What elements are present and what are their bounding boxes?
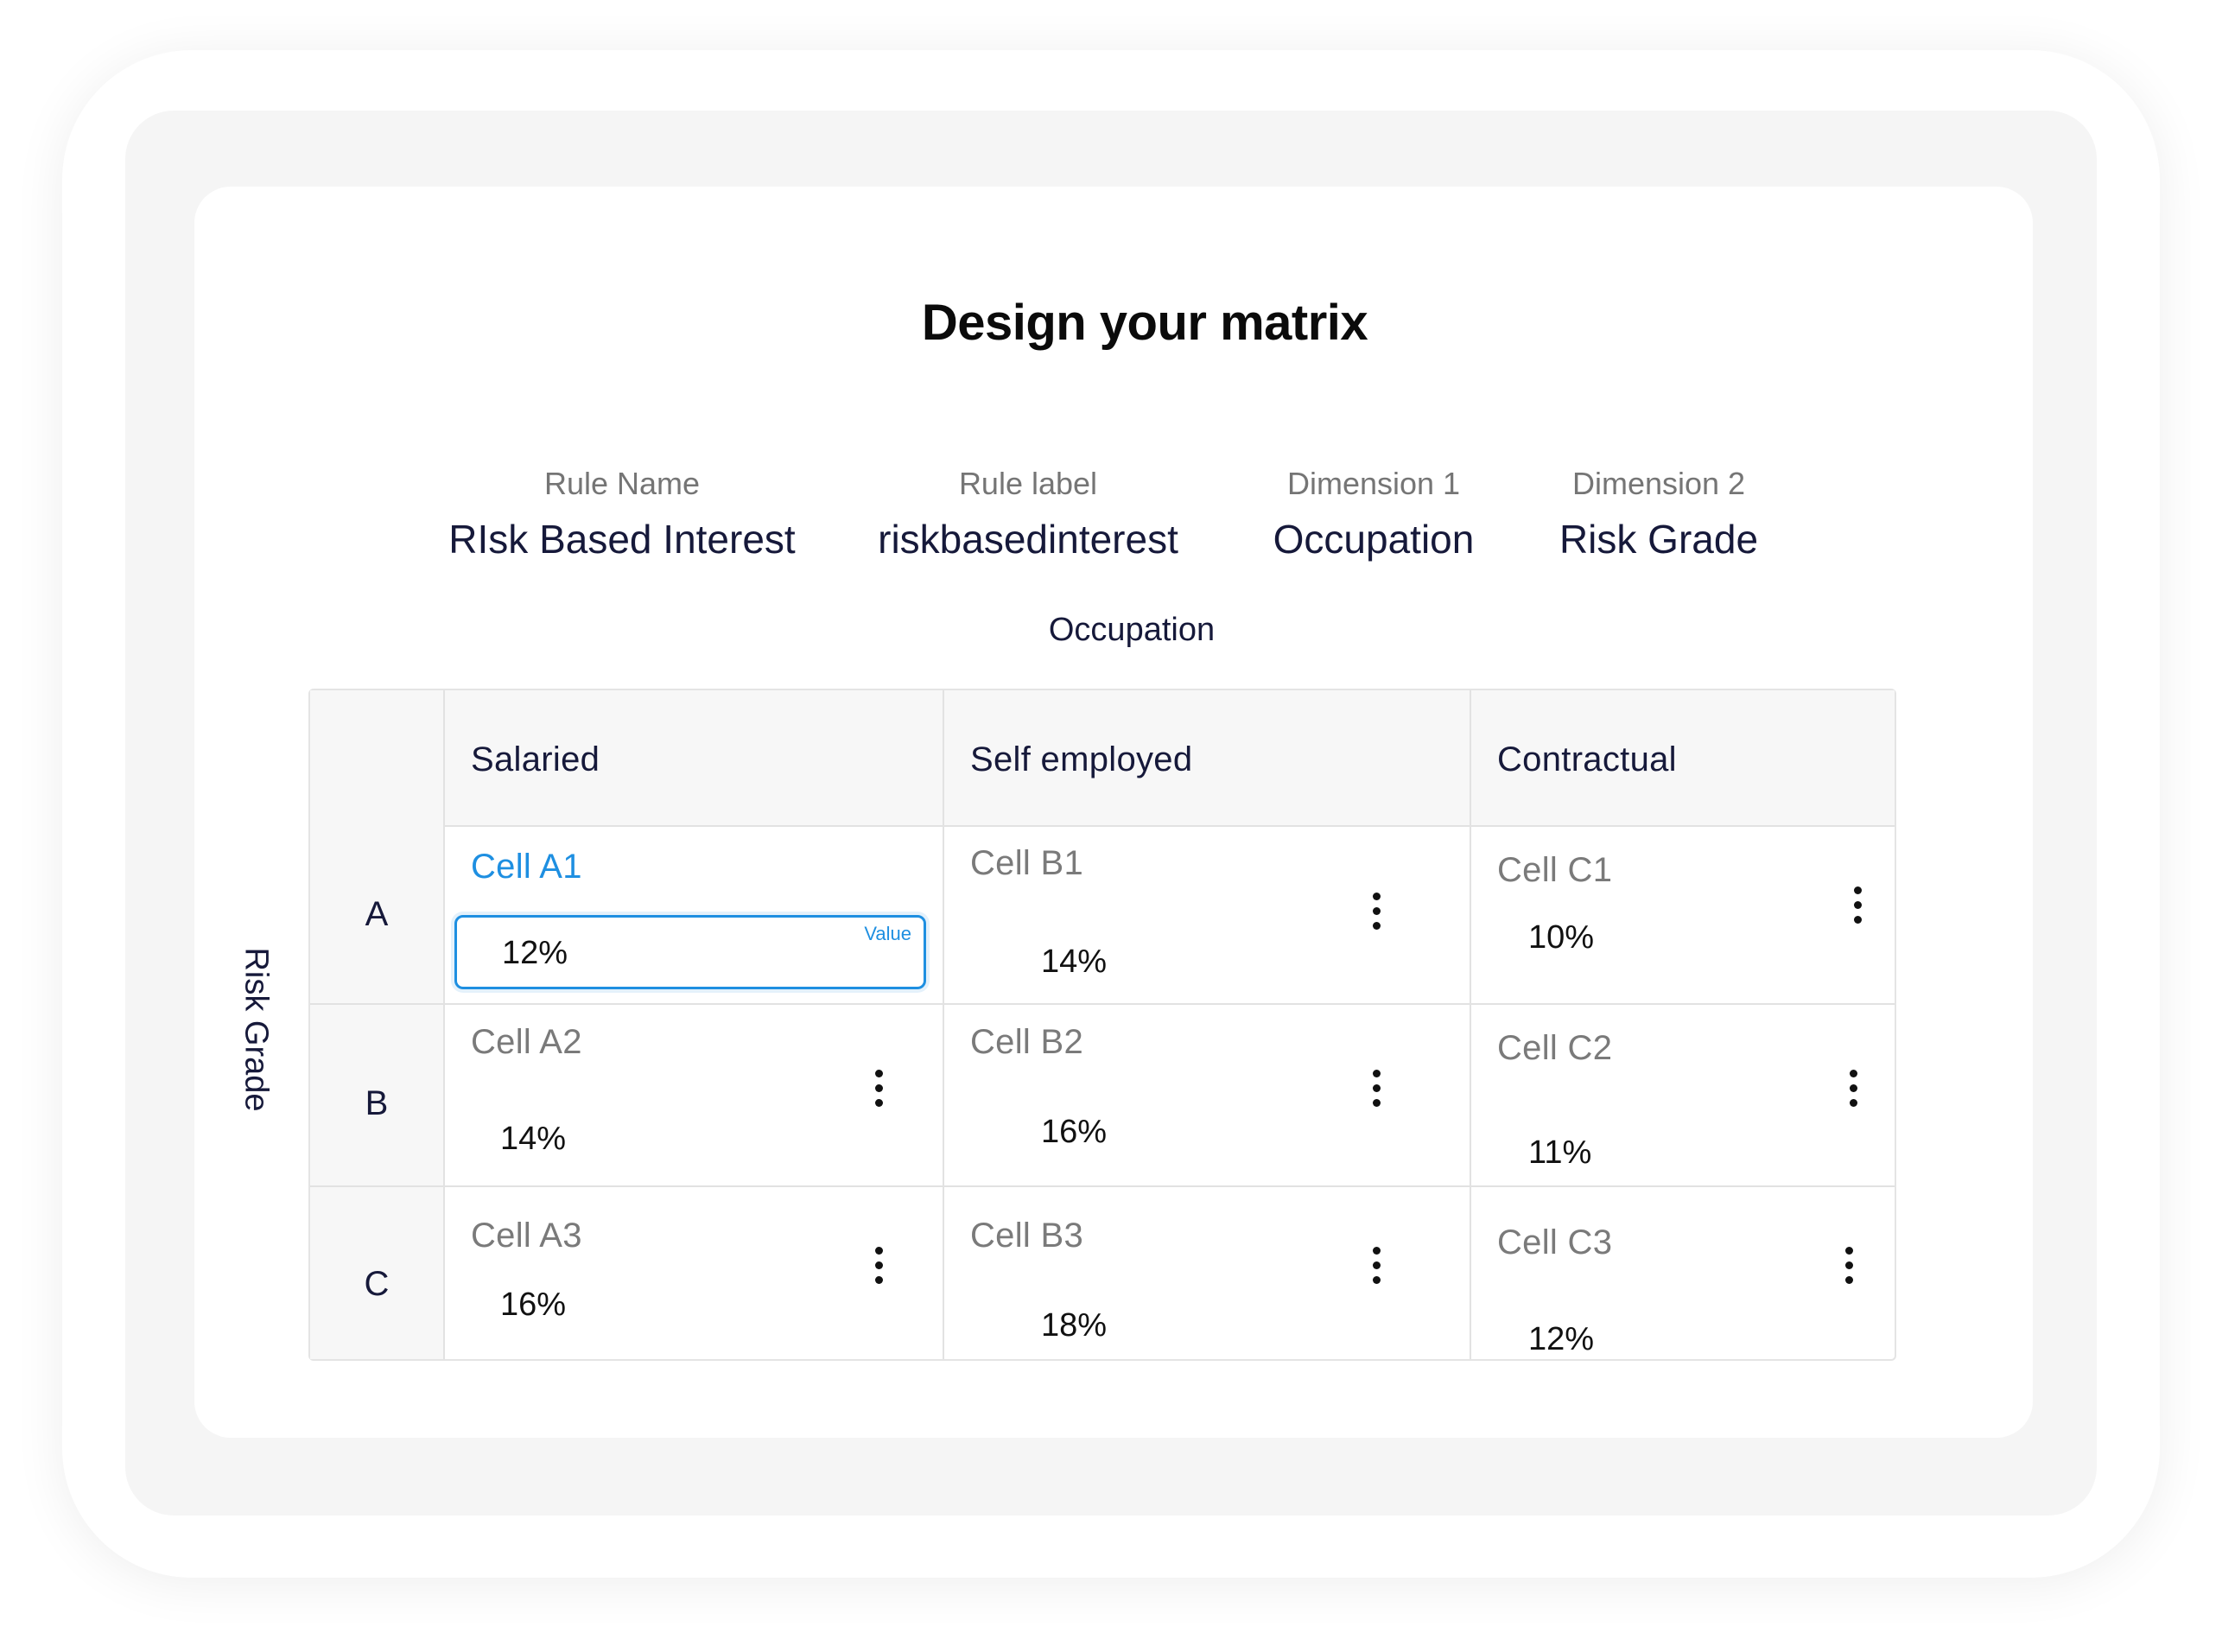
kebab-menu-icon[interactable] bbox=[866, 1068, 892, 1109]
dimension-1-value: Occupation bbox=[1273, 517, 1475, 562]
rule-name-value: RIsk Based Interest bbox=[448, 517, 796, 562]
kebab-menu-icon[interactable] bbox=[1363, 891, 1389, 932]
cell-c1-value[interactable]: 10% bbox=[1528, 919, 1594, 956]
rule-label-info: Rule label riskbasedinterest bbox=[855, 463, 1201, 567]
cell-c2-value[interactable]: 11% bbox=[1528, 1134, 1591, 1172]
cell-a3-value[interactable]: 16% bbox=[500, 1287, 566, 1324]
row-axis-title: Risk Grade bbox=[238, 947, 275, 1112]
kebab-menu-icon[interactable] bbox=[866, 1245, 892, 1287]
dimension-2-value: Risk Grade bbox=[1559, 517, 1759, 562]
cell-b2-value[interactable]: 16% bbox=[1041, 1114, 1107, 1151]
page-title: Design your matrix bbox=[921, 295, 1368, 351]
row-header-b: B bbox=[365, 1084, 389, 1122]
matrix-table: Salaried Self employed Contractual A B C… bbox=[308, 689, 1896, 1361]
rule-name-label: Rule Name bbox=[543, 466, 701, 501]
column-divider bbox=[943, 690, 944, 1359]
cell-a1-name[interactable]: Cell A1 bbox=[471, 848, 582, 886]
row-header-c: C bbox=[364, 1265, 390, 1303]
cell-b3-value[interactable]: 18% bbox=[1041, 1307, 1107, 1344]
column-header-contractual: Contractual bbox=[1497, 740, 1677, 778]
cell-a3-name[interactable]: Cell A3 bbox=[471, 1217, 582, 1255]
rule-name-info: Rule Name RIsk Based Interest bbox=[432, 463, 812, 567]
value-field-label: Value bbox=[864, 923, 911, 944]
cell-a1-value-field[interactable]: Value bbox=[454, 915, 926, 989]
cell-a1-value-input[interactable] bbox=[502, 935, 761, 972]
row-divider bbox=[310, 1185, 1895, 1187]
column-axis-title: Occupation bbox=[1048, 612, 1216, 648]
rule-label-label: Rule label bbox=[958, 466, 1098, 501]
cell-b1-value[interactable]: 14% bbox=[1041, 944, 1107, 981]
cell-c3-name[interactable]: Cell C3 bbox=[1497, 1223, 1612, 1262]
column-divider bbox=[443, 690, 445, 1359]
kebab-menu-icon[interactable] bbox=[1840, 1068, 1866, 1109]
cell-b3-name[interactable]: Cell B3 bbox=[970, 1217, 1083, 1255]
column-header-salaried: Salaried bbox=[471, 740, 600, 778]
cell-c1-name[interactable]: Cell C1 bbox=[1497, 851, 1612, 890]
cell-b1-name[interactable]: Cell B1 bbox=[970, 844, 1083, 883]
cell-a2-name[interactable]: Cell A2 bbox=[471, 1023, 582, 1062]
row-divider bbox=[310, 1003, 1895, 1005]
kebab-menu-icon[interactable] bbox=[1844, 885, 1870, 926]
cell-c3-value[interactable]: 12% bbox=[1528, 1321, 1594, 1358]
kebab-menu-icon[interactable] bbox=[1363, 1245, 1389, 1287]
column-divider bbox=[1470, 690, 1471, 1359]
dimension-2-label: Dimension 2 bbox=[1571, 466, 1746, 501]
dimension-1-info: Dimension 1 Occupation bbox=[1244, 463, 1503, 567]
column-header-self-employed: Self employed bbox=[970, 740, 1193, 778]
kebab-menu-icon[interactable] bbox=[1363, 1068, 1389, 1109]
rule-label-value: riskbasedinterest bbox=[878, 517, 1178, 562]
cell-c2-name[interactable]: Cell C2 bbox=[1497, 1029, 1612, 1068]
dimension-1-label: Dimension 1 bbox=[1286, 466, 1461, 501]
kebab-menu-icon[interactable] bbox=[1836, 1245, 1862, 1287]
dimension-2-info: Dimension 2 Risk Grade bbox=[1538, 463, 1780, 567]
cell-b2-name[interactable]: Cell B2 bbox=[970, 1023, 1083, 1062]
row-header-a: A bbox=[365, 895, 389, 933]
cell-a2-value[interactable]: 14% bbox=[500, 1121, 566, 1158]
